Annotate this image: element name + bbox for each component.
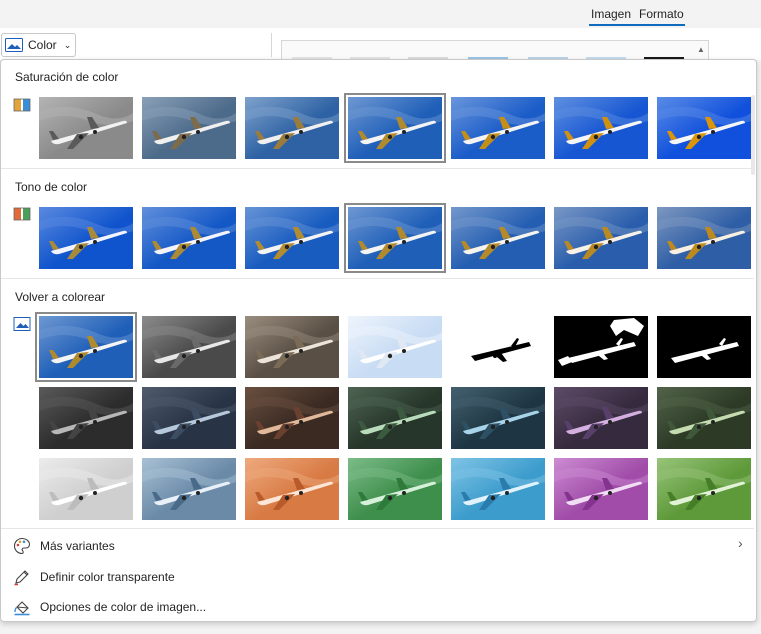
picture-style-gallery[interactable]	[281, 40, 709, 61]
recolor-row1-option-1[interactable]	[35, 312, 137, 382]
toolbar-divider	[271, 33, 272, 57]
saturation-option-7[interactable]	[657, 97, 751, 159]
section-title-saturation: Saturación de color	[15, 70, 119, 84]
set-transparent-color-item[interactable]: Definir color transparente	[13, 566, 175, 588]
color-swatch-icon	[13, 207, 31, 221]
recolor-row1-option-3[interactable]	[245, 316, 339, 378]
menu-item-label: Opciones de color de imagen...	[40, 600, 207, 614]
active-tab-indicator	[589, 24, 685, 26]
section-title-recolor: Volver a colorear	[15, 290, 106, 304]
saturation-option-2[interactable]	[142, 97, 236, 159]
picture-color-options-item[interactable]: Opciones de color de imagen...	[13, 596, 206, 618]
recolor-row1-option-7[interactable]	[657, 316, 751, 378]
recolor-row3-option-7[interactable]	[657, 458, 751, 520]
tone-option-3[interactable]	[245, 207, 339, 269]
recolor-row1-option-6[interactable]	[554, 316, 648, 378]
color-swatch-icon	[13, 98, 31, 112]
chevron-right-icon: ›	[738, 535, 743, 551]
tone-option-5[interactable]	[451, 207, 545, 269]
tab-imagen[interactable]: Imagen	[591, 7, 631, 21]
recolor-row1-option-5[interactable]	[451, 316, 545, 378]
section-title-tone: Tono de color	[15, 180, 88, 194]
recolor-row3-option-5[interactable]	[451, 458, 545, 520]
tone-option-4[interactable]	[344, 203, 446, 273]
tone-option-6[interactable]	[554, 207, 648, 269]
menu-item-label: Más variantes	[40, 539, 115, 553]
recolor-row2-option-7[interactable]	[657, 387, 751, 449]
menu-item-label: Definir color transparente	[40, 570, 175, 584]
recolor-row3-option-3[interactable]	[245, 458, 339, 520]
tab-formato[interactable]: Formato	[639, 7, 684, 21]
tone-option-1[interactable]	[39, 207, 133, 269]
color-button-label: Color	[28, 38, 57, 52]
recolor-row3-option-1[interactable]	[39, 458, 133, 520]
palette-icon	[14, 537, 31, 555]
recolor-row2-option-6[interactable]	[554, 387, 648, 449]
panel-scrollbar[interactable]	[751, 95, 755, 175]
paint-bucket-icon	[14, 601, 30, 616]
recolor-row2-option-5[interactable]	[451, 387, 545, 449]
saturation-option-1[interactable]	[39, 97, 133, 159]
recolor-row2-option-1[interactable]	[39, 387, 133, 449]
image-icon	[13, 317, 31, 331]
pen-icon	[14, 570, 29, 586]
color-button[interactable]: Color ⌄	[1, 33, 76, 57]
recolor-row1-option-2[interactable]	[142, 316, 236, 378]
recolor-row2-option-2[interactable]	[142, 387, 236, 449]
section-divider	[1, 528, 754, 529]
section-divider	[1, 168, 754, 169]
recolor-row3-option-2[interactable]	[142, 458, 236, 520]
tone-option-2[interactable]	[142, 207, 236, 269]
recolor-row3-option-6[interactable]	[554, 458, 648, 520]
saturation-option-3[interactable]	[245, 97, 339, 159]
tone-option-7[interactable]	[657, 207, 751, 269]
section-divider	[1, 278, 754, 279]
recolor-row2-option-4[interactable]	[348, 387, 442, 449]
recolor-row2-option-3[interactable]	[245, 387, 339, 449]
image-icon	[5, 38, 23, 52]
saturation-option-4[interactable]	[344, 93, 446, 163]
saturation-option-5[interactable]	[451, 97, 545, 159]
recolor-row3-option-4[interactable]	[348, 458, 442, 520]
recolor-row1-option-4[interactable]	[348, 316, 442, 378]
gallery-scroll-up-icon[interactable]: ▲	[694, 42, 708, 58]
saturation-option-6[interactable]	[554, 97, 648, 159]
more-variants-item[interactable]: Más variantes	[13, 535, 115, 557]
chevron-down-icon: ⌄	[63, 39, 72, 50]
